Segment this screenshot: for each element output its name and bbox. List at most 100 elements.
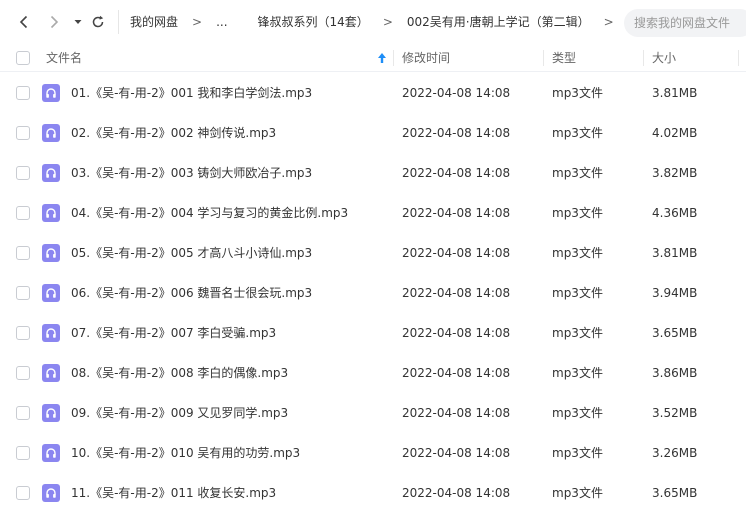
file-name[interactable]: 10.《吴-有-用-2》010 吴有用的功劳.mp3 [71, 433, 300, 473]
row-checkbox[interactable] [16, 166, 30, 180]
file-name[interactable]: 07.《吴-有-用-2》007 李白受骗.mp3 [71, 313, 276, 353]
column-header-size[interactable]: 大小 [652, 44, 676, 72]
file-name[interactable]: 03.《吴-有-用-2》003 铸剑大师欧冶子.mp3 [71, 153, 312, 193]
file-name[interactable]: 02.《吴-有-用-2》002 神剑传说.mp3 [71, 113, 276, 153]
file-list-header: 文件名 修改时间 类型 大小 [0, 44, 746, 72]
row-checkbox[interactable] [16, 126, 30, 140]
file-size: 4.02MB [652, 126, 698, 140]
file-row[interactable]: 09.《吴-有-用-2》009 又见罗同学.mp3 2022-04-08 14:… [0, 393, 746, 433]
file-type: mp3文件 [552, 446, 603, 460]
file-modified-time: 2022-04-08 14:08 [402, 366, 511, 380]
file-name[interactable]: 11.《吴-有-用-2》011 收复长安.mp3 [71, 473, 276, 513]
file-row[interactable]: 03.《吴-有-用-2》003 铸剑大师欧冶子.mp3 2022-04-08 1… [0, 153, 746, 193]
audio-file-icon [42, 324, 60, 342]
file-type: mp3文件 [552, 126, 603, 140]
file-size: 3.81MB [652, 86, 698, 100]
chevron-right-icon [50, 15, 59, 29]
row-checkbox[interactable] [16, 246, 30, 260]
file-type: mp3文件 [552, 86, 603, 100]
file-modified-time: 2022-04-08 14:08 [402, 486, 511, 500]
file-row[interactable]: 11.《吴-有-用-2》011 收复长安.mp3 2022-04-08 14:0… [0, 473, 746, 513]
breadcrumb-separator: > [382, 14, 393, 29]
file-type: mp3文件 [552, 406, 603, 420]
audio-file-icon [42, 124, 60, 142]
file-name[interactable]: 06.《吴-有-用-2》006 魏晋名士很会玩.mp3 [71, 273, 312, 313]
row-checkbox[interactable] [16, 206, 30, 220]
file-type: mp3文件 [552, 286, 603, 300]
file-modified-time: 2022-04-08 14:08 [402, 166, 511, 180]
file-row[interactable]: 04.《吴-有-用-2》004 学习与复习的黄金比例.mp3 2022-04-0… [0, 193, 746, 233]
breadcrumb-item-home[interactable]: 我的网盘 [130, 13, 178, 30]
column-header-type[interactable]: 类型 [552, 44, 576, 72]
row-checkbox[interactable] [16, 406, 30, 420]
search-input[interactable]: 搜索我的网盘文件 [624, 9, 746, 37]
breadcrumb-separator: > [603, 14, 614, 29]
audio-file-icon [42, 204, 60, 222]
file-size: 3.81MB [652, 246, 698, 260]
column-header-name[interactable]: 文件名 [46, 44, 82, 72]
file-modified-time: 2022-04-08 14:08 [402, 246, 511, 260]
audio-file-icon [42, 484, 60, 502]
audio-file-icon [42, 244, 60, 262]
select-all-checkbox[interactable] [16, 51, 30, 65]
file-modified-time: 2022-04-08 14:08 [402, 446, 511, 460]
audio-file-icon [42, 84, 60, 102]
breadcrumb-separator: > [192, 14, 203, 29]
file-name[interactable]: 05.《吴-有-用-2》005 才高八斗小诗仙.mp3 [71, 233, 312, 273]
file-size: 3.82MB [652, 166, 698, 180]
file-size: 3.26MB [652, 446, 698, 460]
breadcrumb-item-current-folder[interactable]: 002吴有用·唐朝上学记（第二辑） [407, 13, 590, 30]
audio-file-icon [42, 284, 60, 302]
breadcrumb-item-series[interactable]: 锋叔叔系列（14套） [258, 13, 369, 30]
file-type: mp3文件 [552, 166, 603, 180]
history-dropdown-button[interactable] [68, 11, 88, 33]
toolbar-divider [118, 10, 119, 34]
breadcrumb-item-ellipsis[interactable]: ... [216, 15, 227, 29]
file-type: mp3文件 [552, 486, 603, 500]
file-type: mp3文件 [552, 206, 603, 220]
sort-ascending-icon[interactable] [377, 52, 387, 64]
refresh-button[interactable] [88, 11, 108, 33]
file-modified-time: 2022-04-08 14:08 [402, 126, 511, 140]
file-row[interactable]: 02.《吴-有-用-2》002 神剑传说.mp3 2022-04-08 14:0… [0, 113, 746, 153]
file-name[interactable]: 01.《吴-有-用-2》001 我和李白学剑法.mp3 [71, 73, 312, 113]
file-size: 3.65MB [652, 486, 698, 500]
file-row[interactable]: 10.《吴-有-用-2》010 吴有用的功劳.mp3 2022-04-08 14… [0, 433, 746, 473]
column-header-modified[interactable]: 修改时间 [402, 44, 450, 72]
column-divider [738, 50, 739, 66]
row-checkbox[interactable] [16, 86, 30, 100]
file-row[interactable]: 08.《吴-有-用-2》008 李白的偶像.mp3 2022-04-08 14:… [0, 353, 746, 393]
file-row[interactable]: 07.《吴-有-用-2》007 李白受骗.mp3 2022-04-08 14:0… [0, 313, 746, 353]
forward-button[interactable] [44, 11, 64, 33]
column-divider [543, 50, 544, 66]
file-size: 3.52MB [652, 406, 698, 420]
audio-file-icon [42, 164, 60, 182]
row-checkbox[interactable] [16, 366, 30, 380]
caret-down-icon [74, 20, 82, 24]
row-checkbox[interactable] [16, 326, 30, 340]
file-row[interactable]: 05.《吴-有-用-2》005 才高八斗小诗仙.mp3 2022-04-08 1… [0, 233, 746, 273]
file-type: mp3文件 [552, 246, 603, 260]
row-checkbox[interactable] [16, 486, 30, 500]
row-checkbox[interactable] [16, 286, 30, 300]
file-size: 3.86MB [652, 366, 698, 380]
column-divider [393, 50, 394, 66]
back-button[interactable] [14, 11, 34, 33]
file-modified-time: 2022-04-08 14:08 [402, 326, 511, 340]
file-name[interactable]: 09.《吴-有-用-2》009 又见罗同学.mp3 [71, 393, 288, 433]
file-modified-time: 2022-04-08 14:08 [402, 86, 511, 100]
refresh-icon [92, 15, 104, 28]
file-type: mp3文件 [552, 366, 603, 380]
file-name[interactable]: 08.《吴-有-用-2》008 李白的偶像.mp3 [71, 353, 288, 393]
column-divider [643, 50, 644, 66]
file-row[interactable]: 06.《吴-有-用-2》006 魏晋名士很会玩.mp3 2022-04-08 1… [0, 273, 746, 313]
file-name[interactable]: 04.《吴-有-用-2》004 学习与复习的黄金比例.mp3 [71, 193, 348, 233]
audio-file-icon [42, 444, 60, 462]
file-size: 4.36MB [652, 206, 698, 220]
chevron-left-icon [19, 15, 28, 29]
row-checkbox[interactable] [16, 446, 30, 460]
file-size: 3.94MB [652, 286, 698, 300]
file-modified-time: 2022-04-08 14:08 [402, 206, 511, 220]
toolbar: 我的网盘 > ... 锋叔叔系列（14套） > 002吴有用·唐朝上学记（第二辑… [0, 0, 746, 44]
file-row[interactable]: 01.《吴-有-用-2》001 我和李白学剑法.mp3 2022-04-08 1… [0, 73, 746, 113]
